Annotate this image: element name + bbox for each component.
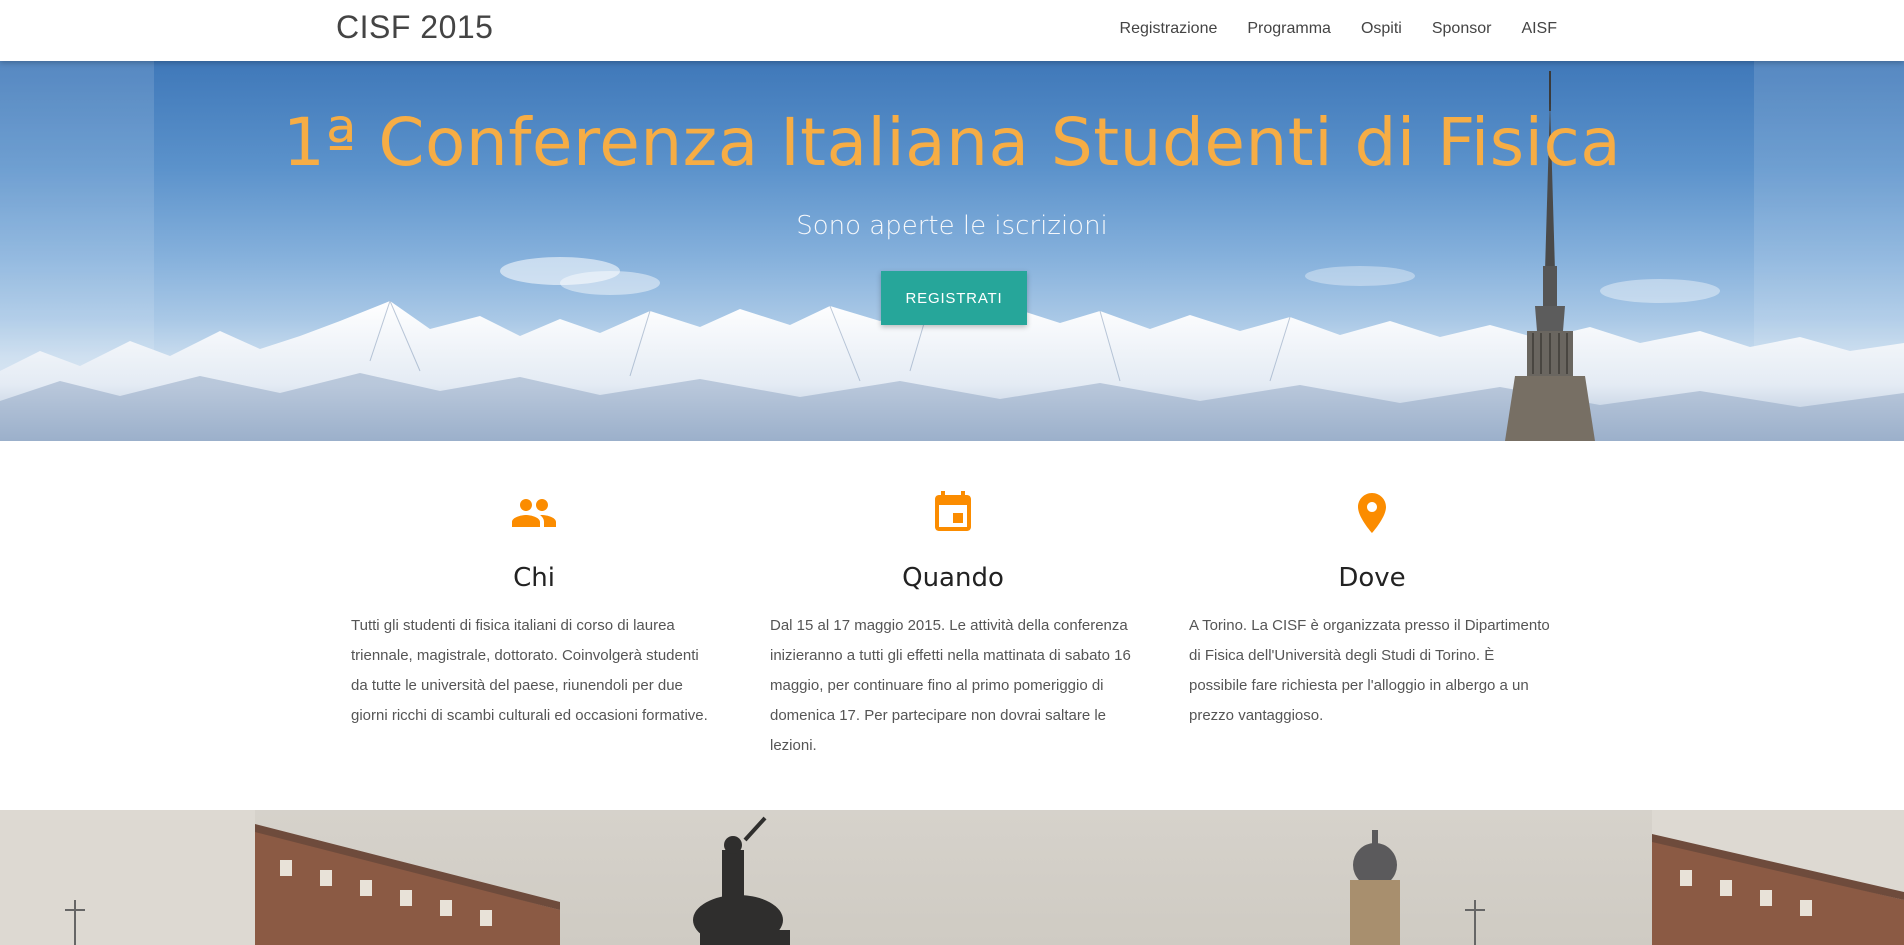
feature-title-chi: Chi xyxy=(513,563,555,593)
nav-link-aisf[interactable]: AISF xyxy=(1521,20,1557,38)
hero-subtitle: Sono aperte le iscrizioni xyxy=(796,211,1108,241)
piazza-castello-image xyxy=(0,810,1904,945)
nav-links: Registrazione Programma Ospiti Sponsor A… xyxy=(1120,20,1557,38)
brand-logo[interactable]: CISF 2015 xyxy=(336,9,493,46)
nav-link-ospiti[interactable]: Ospiti xyxy=(1361,20,1402,38)
feature-title-quando: Quando xyxy=(902,563,1004,593)
feature-text-dove: A Torino. La CISF è organizzata presso i… xyxy=(1189,617,1550,724)
nav-link-registrazione[interactable]: Registrazione xyxy=(1120,20,1218,38)
nav-link-programma[interactable]: Programma xyxy=(1247,20,1331,38)
register-button[interactable]: Registrati xyxy=(881,271,1027,325)
hero-title: 1ª Conferenza Italiana Studenti di Fisic… xyxy=(282,104,1622,181)
hero-section: 1ª Conferenza Italiana Studenti di Fisic… xyxy=(0,61,1904,441)
location-pin-icon xyxy=(1189,489,1555,537)
people-icon xyxy=(351,489,717,537)
feature-text-quando: Dal 15 al 17 maggio 2015. Le attività de… xyxy=(770,617,1131,754)
bottom-parallax-section xyxy=(0,810,1904,945)
navbar: CISF 2015 Registrazione Programma Ospiti… xyxy=(0,0,1904,61)
features-section: Chi Tutti gli studenti di fisica italian… xyxy=(0,441,1904,810)
feature-title-dove: Dove xyxy=(1338,563,1406,593)
calendar-icon xyxy=(770,489,1136,537)
feature-text-chi: Tutti gli studenti di fisica italiani di… xyxy=(351,617,708,724)
nav-link-sponsor[interactable]: Sponsor xyxy=(1432,20,1492,38)
